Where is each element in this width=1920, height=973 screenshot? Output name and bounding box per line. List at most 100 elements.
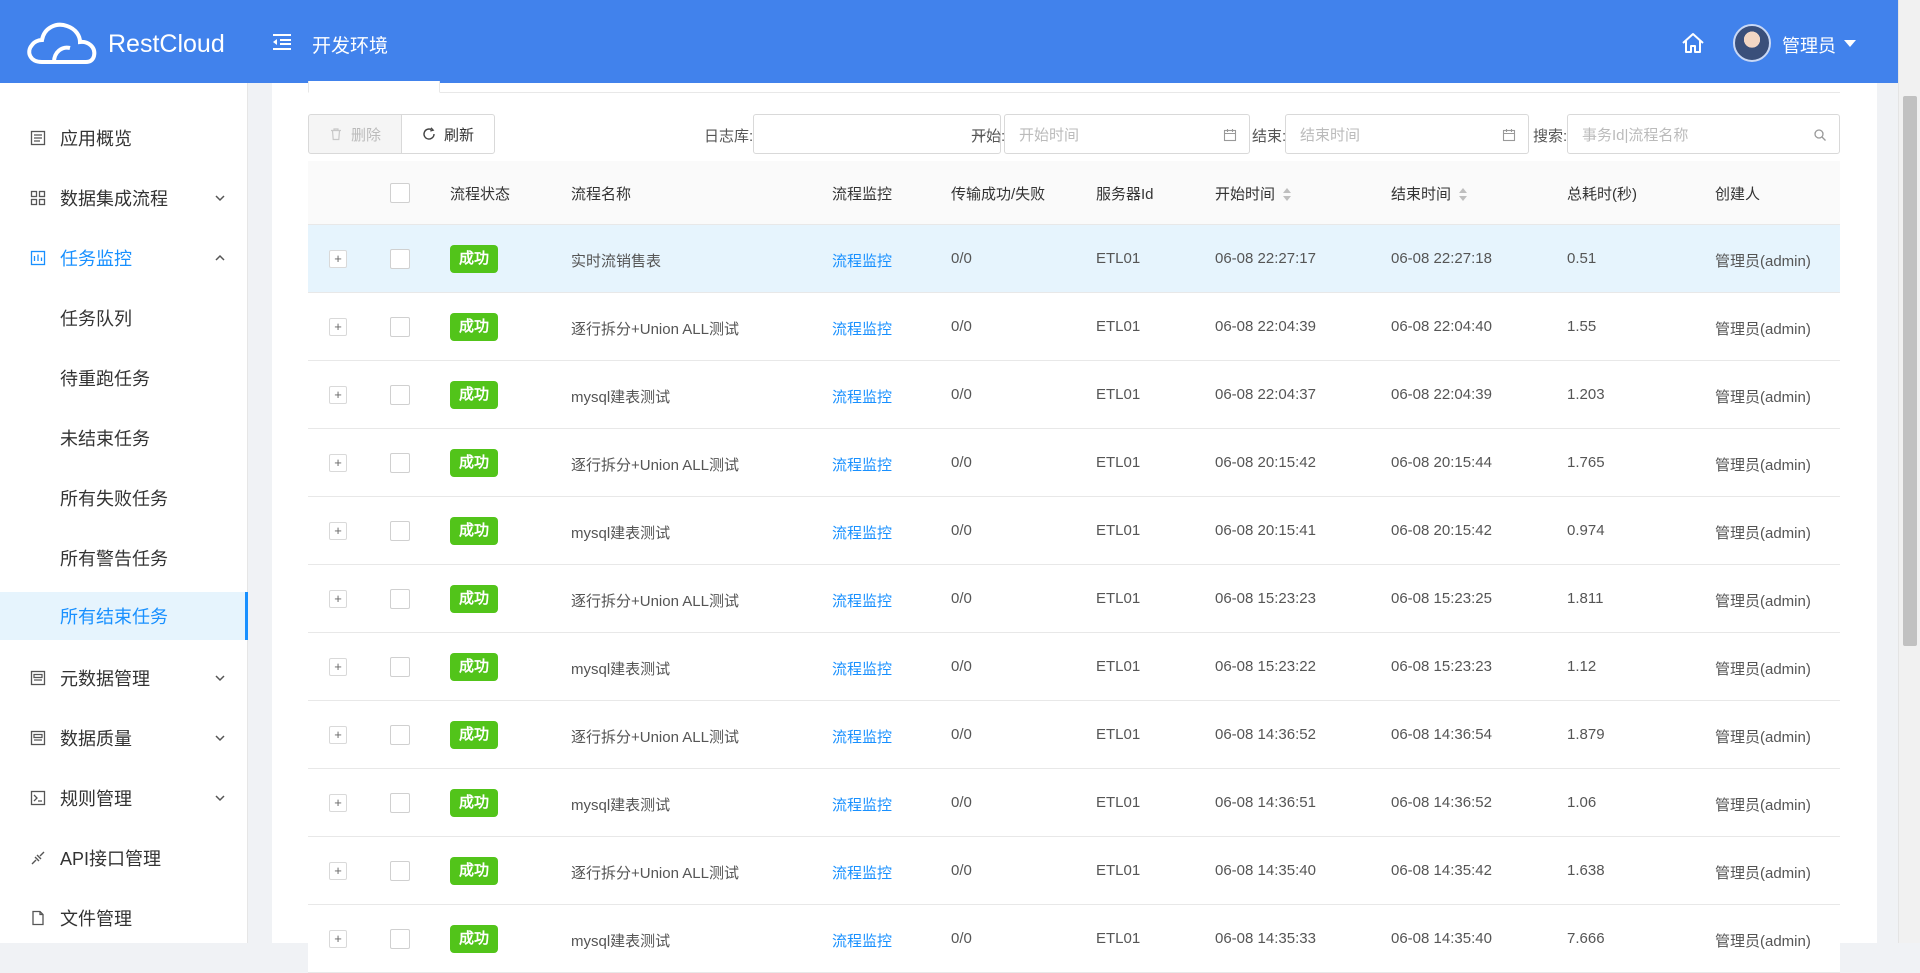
sidebar-item-task-monitor[interactable]: 任务监控: [0, 229, 248, 287]
row-checkbox[interactable]: [390, 249, 410, 269]
expand-row-button[interactable]: +: [329, 386, 347, 404]
duration-cell: 1.765: [1567, 454, 1605, 471]
sidebar-item-api[interactable]: API接口管理: [0, 829, 248, 887]
creator-cell: 管理员(admin): [1715, 729, 1811, 746]
flow-monitor-link[interactable]: 流程监控: [832, 794, 892, 815]
row-checkbox[interactable]: [390, 317, 410, 337]
row-checkbox[interactable]: [390, 861, 410, 881]
transfer-count-cell: 0/0: [951, 930, 972, 947]
scrollbar-thumb[interactable]: [1903, 96, 1917, 646]
column-header: 流程状态: [450, 186, 511, 203]
home-icon[interactable]: [1680, 30, 1706, 56]
server-id-cell: ETL01: [1096, 454, 1141, 471]
sidebar-item-integration-flow[interactable]: 数据集成流程: [0, 169, 248, 227]
row-checkbox[interactable]: [390, 929, 410, 949]
rule-icon: [30, 790, 46, 806]
start-time-input[interactable]: 开始时间: [1004, 114, 1250, 154]
row-checkbox[interactable]: [390, 453, 410, 473]
chevron-down-icon: [215, 675, 225, 682]
end-time-cell: 06-08 15:23:23: [1391, 658, 1492, 675]
start-time-cell: 06-08 15:23:22: [1215, 658, 1316, 675]
table-row[interactable]: + 成功 实时流销售表 流程监控 0/0 ETL01 06-08 22:27:17 06-08…: [308, 225, 1840, 293]
table-row[interactable]: + 成功 逐行拆分+Union ALL测试 流程监控 0/0 ETL01 06-08 14:…: [308, 837, 1840, 905]
flow-monitor-link[interactable]: 流程监控: [832, 862, 892, 883]
table-row[interactable]: + 成功 mysql建表测试 流程监控 0/0 ETL01 06-08 14:35:33 06…: [308, 905, 1840, 973]
expand-row-button[interactable]: +: [329, 250, 347, 268]
row-checkbox[interactable]: [390, 657, 410, 677]
refresh-button[interactable]: 刷新: [401, 114, 495, 154]
end-time-input[interactable]: 结束时间: [1285, 114, 1529, 154]
delete-button[interactable]: 删除: [308, 114, 402, 154]
flow-monitor-link[interactable]: 流程监控: [832, 726, 892, 747]
expand-row-button[interactable]: +: [329, 590, 347, 608]
sidebar-item-pending-rerun[interactable]: 待重跑任务: [0, 349, 248, 407]
brand-name: RestCloud: [108, 29, 225, 58]
flow-monitor-link[interactable]: 流程监控: [832, 522, 892, 543]
expand-row-button[interactable]: +: [329, 522, 347, 540]
caret-down-icon[interactable]: [1844, 40, 1856, 47]
end-time-cell: 06-08 20:15:44: [1391, 454, 1492, 471]
flow-monitor-link[interactable]: 流程监控: [832, 658, 892, 679]
status-badge: 成功: [450, 925, 499, 953]
column-header: 服务器Id: [1096, 186, 1154, 203]
table-row[interactable]: + 成功 mysql建表测试 流程监控 0/0 ETL01 06-08 14:36:51 06…: [308, 769, 1840, 837]
select-all-checkbox[interactable]: [390, 183, 410, 203]
sidebar-item-task-queue[interactable]: 任务队列: [0, 289, 248, 347]
sidebar-item-unfinished[interactable]: 未结束任务: [0, 409, 248, 467]
sidebar-item-files[interactable]: 文件管理: [0, 889, 248, 947]
expand-row-button[interactable]: +: [329, 794, 347, 812]
expand-row-button[interactable]: +: [329, 726, 347, 744]
start-time-column-header[interactable]: 开始时间: [1215, 183, 1292, 204]
sidebar-item-data-quality[interactable]: 数据质量: [0, 709, 248, 767]
flow-monitor-link[interactable]: 流程监控: [832, 250, 892, 271]
duration-cell: 1.811: [1567, 590, 1604, 607]
sidebar-item-all-finished[interactable]: 所有结束任务: [0, 592, 248, 640]
sidebar-item-overview[interactable]: 应用概览: [0, 109, 248, 167]
refresh-icon: [423, 127, 435, 140]
sort-icon[interactable]: [1283, 188, 1292, 202]
sort-icon[interactable]: [1459, 188, 1468, 202]
expand-row-button[interactable]: +: [329, 658, 347, 676]
flow-monitor-link[interactable]: 流程监控: [832, 386, 892, 407]
logo[interactable]: RestCloud: [24, 16, 225, 72]
flow-monitor-link[interactable]: 流程监控: [832, 590, 892, 611]
search-input[interactable]: 事务Id|流程名称: [1567, 114, 1840, 154]
row-checkbox[interactable]: [390, 725, 410, 745]
table-row[interactable]: + 成功 逐行拆分+Union ALL测试 流程监控 0/0 ETL01 06-08 15:…: [308, 565, 1840, 633]
server-id-cell: ETL01: [1096, 726, 1141, 743]
expand-row-button[interactable]: +: [329, 318, 347, 336]
row-checkbox[interactable]: [390, 521, 410, 541]
flow-monitor-link[interactable]: 流程监控: [832, 930, 892, 951]
sidebar-item-metadata[interactable]: 元数据管理: [0, 649, 248, 707]
transfer-count-cell: 0/0: [951, 454, 972, 471]
table-row[interactable]: + 成功 逐行拆分+Union ALL测试 流程监控 0/0 ETL01 06-08 14:…: [308, 701, 1840, 769]
chevron-down-icon: [215, 195, 225, 202]
sidebar-item-rules[interactable]: 规则管理: [0, 769, 248, 827]
end-time-column-header[interactable]: 结束时间: [1391, 183, 1468, 204]
row-checkbox[interactable]: [390, 385, 410, 405]
table-row[interactable]: + 成功 mysql建表测试 流程监控 0/0 ETL01 06-08 20:15:41 06…: [308, 497, 1840, 565]
creator-cell: 管理员(admin): [1715, 389, 1811, 406]
table-row[interactable]: + 成功 逐行拆分+Union ALL测试 流程监控 0/0 ETL01 06-08 22:…: [308, 293, 1840, 361]
sidebar-item-all-warning[interactable]: 所有警告任务: [0, 529, 248, 587]
expand-row-button[interactable]: +: [329, 862, 347, 880]
row-checkbox[interactable]: [390, 589, 410, 609]
active-tab[interactable]: [308, 81, 440, 93]
sidebar-item-all-failed[interactable]: 所有失败任务: [0, 469, 248, 527]
table-row[interactable]: + 成功 mysql建表测试 流程监控 0/0 ETL01 06-08 15:23:22 06…: [308, 633, 1840, 701]
table-row[interactable]: + 成功 mysql建表测试 流程监控 0/0 ETL01 06-08 22:04:37 06…: [308, 361, 1840, 429]
log-db-select[interactable]: [753, 114, 1001, 154]
column-header-label: 开始时间: [1215, 186, 1276, 203]
transfer-count-cell: 0/0: [951, 318, 972, 335]
column-header: 创建人: [1715, 186, 1761, 203]
menu-fold-icon[interactable]: [270, 30, 294, 54]
expand-row-button[interactable]: +: [329, 454, 347, 472]
table-row[interactable]: + 成功 逐行拆分+Union ALL测试 流程监控 0/0 ETL01 06-08 20:…: [308, 429, 1840, 497]
flow-monitor-link[interactable]: 流程监控: [832, 454, 892, 475]
user-name[interactable]: 管理员: [1782, 32, 1836, 58]
avatar[interactable]: [1733, 24, 1771, 62]
expand-row-button[interactable]: +: [329, 930, 347, 948]
row-checkbox[interactable]: [390, 793, 410, 813]
page-scrollbar[interactable]: [1898, 0, 1920, 943]
flow-monitor-link[interactable]: 流程监控: [832, 318, 892, 339]
